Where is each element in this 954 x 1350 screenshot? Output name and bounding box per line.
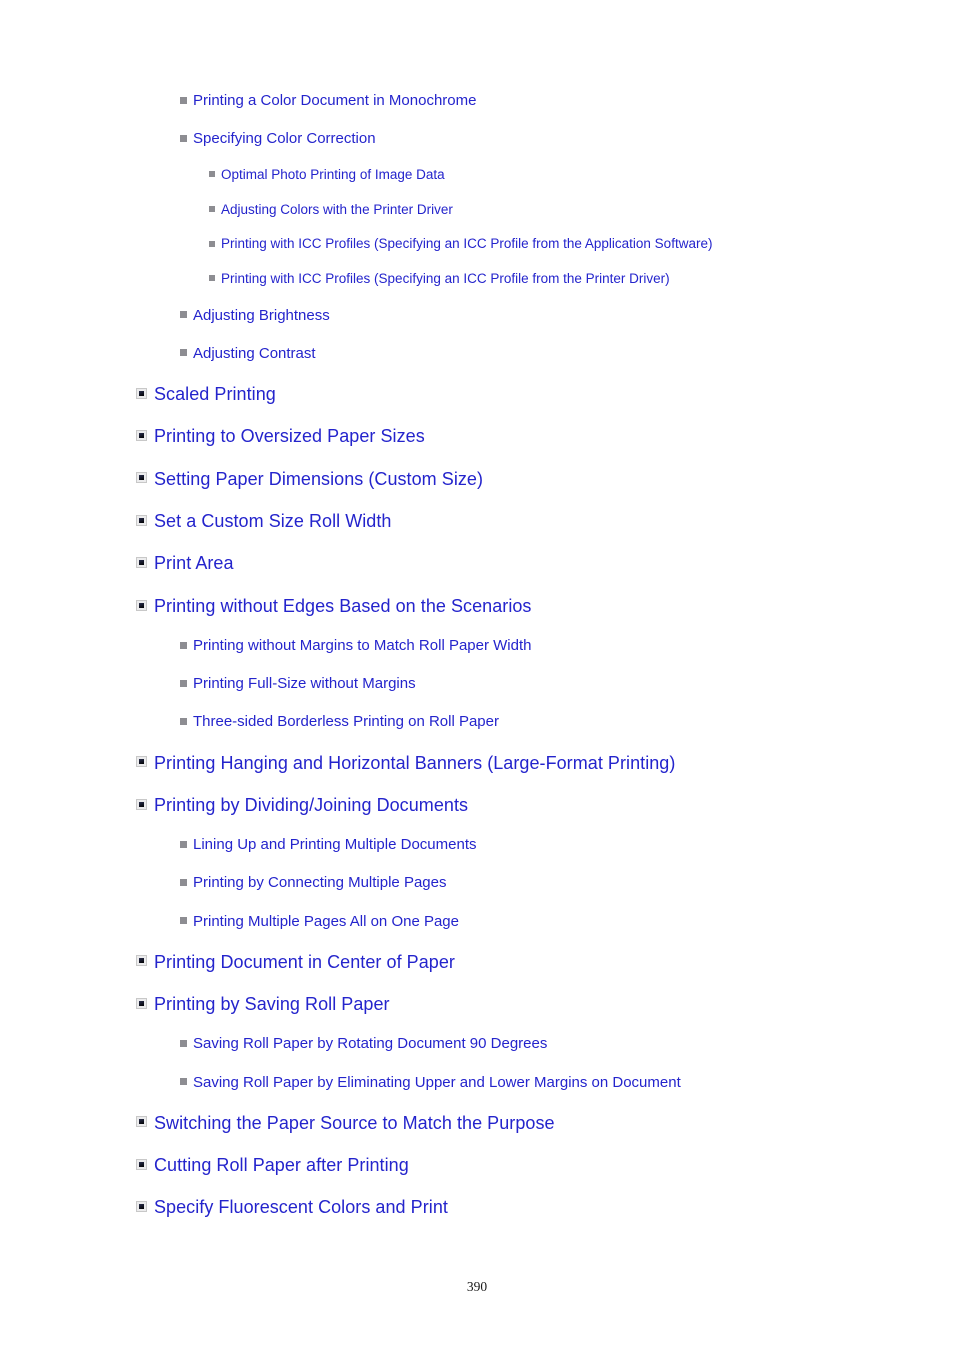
toc-item-label[interactable]: Three-sided Borderless Printing on Roll … [193,713,499,730]
square-bullet-gray-small-icon [209,240,215,247]
square-bullet-gray-small-icon [209,206,215,213]
square-bullet-gray-icon [180,1039,187,1047]
toc-item[interactable]: Setting Paper Dimensions (Custom Size) [0,458,954,500]
square-bullet-gray-small-icon [209,171,215,178]
toc-item[interactable]: Saving Roll Paper by Eliminating Upper a… [0,1064,954,1102]
square-bullet-gray-icon [180,311,187,319]
toc-item[interactable]: Printing to Oversized Paper Sizes [0,415,954,457]
toc-item[interactable]: Print Area [0,542,954,584]
toc-item[interactable]: Printing by Connecting Multiple Pages [0,864,954,902]
square-bullet-framed-icon [136,1201,147,1213]
toc-item-label[interactable]: Printing Multiple Pages All on One Page [193,913,459,930]
toc-item[interactable]: Scaled Printing [0,373,954,415]
toc-item-label[interactable]: Setting Paper Dimensions (Custom Size) [154,469,483,489]
toc-item[interactable]: Cutting Roll Paper after Printing [0,1144,954,1186]
toc-item-label[interactable]: Cutting Roll Paper after Printing [154,1155,409,1175]
square-bullet-framed-icon [136,798,147,810]
toc-item[interactable]: Printing without Margins to Match Roll P… [0,627,954,665]
square-bullet-gray-icon [180,679,187,687]
toc-item-label[interactable]: Specify Fluorescent Colors and Print [154,1197,448,1217]
toc-item[interactable]: Printing with ICC Profiles (Specifying a… [0,262,954,297]
square-bullet-framed-icon [136,557,147,569]
toc-item[interactable]: Adjusting Contrast [0,335,954,373]
toc-item[interactable]: Saving Roll Paper by Rotating Document 9… [0,1025,954,1063]
toc-item[interactable]: Printing without Edges Based on the Scen… [0,585,954,627]
toc-item[interactable]: Printing Document in Center of Paper [0,941,954,983]
toc-item[interactable]: Optimal Photo Printing of Image Data [0,158,954,193]
toc-item-label[interactable]: Printing by Saving Roll Paper [154,994,390,1014]
toc-item-label[interactable]: Printing without Edges Based on the Scen… [154,596,531,616]
toc-item-label[interactable]: Printing to Oversized Paper Sizes [154,426,425,446]
toc-item-label[interactable]: Printing Hanging and Horizontal Banners … [154,753,675,773]
square-bullet-gray-icon [180,840,187,848]
toc-item[interactable]: Printing Hanging and Horizontal Banners … [0,742,954,784]
toc-item-label[interactable]: Set a Custom Size Roll Width [154,511,391,531]
toc-item-label[interactable]: Specifying Color Correction [193,130,376,147]
toc-item-label[interactable]: Adjusting Contrast [193,345,316,362]
toc-item-label[interactable]: Saving Roll Paper by Eliminating Upper a… [193,1074,681,1091]
toc-item-label[interactable]: Printing a Color Document in Monochrome [193,92,476,109]
toc-item[interactable]: Printing a Color Document in Monochrome [0,82,954,120]
toc-item[interactable]: Printing Full-Size without Margins [0,665,954,703]
square-bullet-framed-icon [136,514,147,526]
square-bullet-gray-icon [180,641,187,649]
square-bullet-gray-icon [180,96,187,104]
toc-item[interactable]: Lining Up and Printing Multiple Document… [0,826,954,864]
toc-item[interactable]: Adjusting Brightness [0,297,954,335]
toc-item-label[interactable]: Optimal Photo Printing of Image Data [221,167,445,182]
square-bullet-framed-icon [136,756,147,768]
square-bullet-framed-icon [136,955,147,967]
square-bullet-framed-icon [136,387,147,399]
toc-item-label[interactable]: Scaled Printing [154,384,276,404]
toc-item[interactable]: Printing Multiple Pages All on One Page [0,903,954,941]
toc-item-label[interactable]: Printing by Connecting Multiple Pages [193,874,446,891]
toc-item[interactable]: Switching the Paper Source to Match the … [0,1102,954,1144]
toc-item-label[interactable]: Printing Document in Center of Paper [154,952,455,972]
toc-item[interactable]: Set a Custom Size Roll Width [0,500,954,542]
square-bullet-framed-icon [136,1116,147,1128]
toc-item-label[interactable]: Printing without Margins to Match Roll P… [193,637,531,654]
square-bullet-framed-icon [136,599,147,611]
toc-item-label[interactable]: Lining Up and Printing Multiple Document… [193,836,476,853]
toc-item-label[interactable]: Adjusting Brightness [193,307,330,324]
square-bullet-framed-icon [136,997,147,1009]
toc-item[interactable]: Adjusting Colors with the Printer Driver [0,193,954,228]
square-bullet-gray-icon [180,134,187,142]
toc-item[interactable]: Printing by Saving Roll Paper [0,983,954,1025]
toc-item[interactable]: Specify Fluorescent Colors and Print [0,1186,954,1228]
square-bullet-framed-icon [136,1158,147,1170]
toc-item-label[interactable]: Printing with ICC Profiles (Specifying a… [221,271,670,286]
toc-item-label[interactable]: Print Area [154,553,234,573]
toc-item-label[interactable]: Printing with ICC Profiles (Specifying a… [221,236,712,251]
toc-item-label[interactable]: Switching the Paper Source to Match the … [154,1113,555,1133]
toc-item-label[interactable]: Saving Roll Paper by Rotating Document 9… [193,1035,547,1052]
toc-item[interactable]: Specifying Color Correction [0,120,954,158]
square-bullet-framed-icon [136,429,147,441]
toc-item[interactable]: Printing by Dividing/Joining Documents [0,784,954,826]
square-bullet-framed-icon [136,472,147,484]
square-bullet-gray-icon [180,1078,187,1086]
toc-item-label[interactable]: Printing by Dividing/Joining Documents [154,795,468,815]
toc-item[interactable]: Printing with ICC Profiles (Specifying a… [0,227,954,262]
toc-item[interactable]: Three-sided Borderless Printing on Roll … [0,703,954,741]
square-bullet-gray-icon [180,349,187,357]
square-bullet-gray-icon [180,717,187,725]
page-number: 390 [466,1279,488,1294]
toc-item-label[interactable]: Adjusting Colors with the Printer Driver [221,202,453,217]
square-bullet-gray-icon [180,917,187,925]
square-bullet-gray-small-icon [209,275,215,282]
toc-item-label[interactable]: Printing Full-Size without Margins [193,675,416,692]
square-bullet-gray-icon [180,878,187,886]
